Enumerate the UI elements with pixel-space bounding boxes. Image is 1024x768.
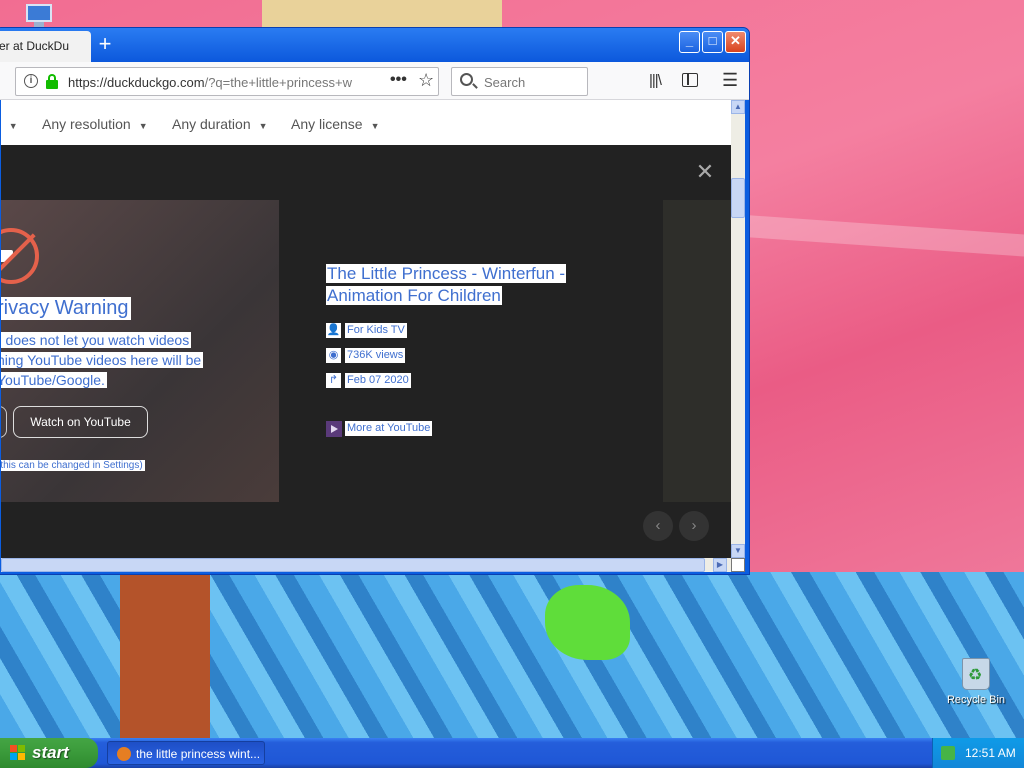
my-computer-icon[interactable] (22, 2, 56, 28)
chevron-left-icon[interactable]: ‹ (643, 511, 673, 541)
recycle-bin-label: Recycle Bin (946, 694, 1006, 706)
vertical-scrollbar[interactable]: ▲ ▼ (731, 100, 745, 558)
wallpaper-stripe (747, 215, 1024, 257)
watch-on-youtube-button[interactable]: Watch on YouTube (13, 406, 148, 438)
video-title-line: The Little Princess - Winterfun - (326, 264, 567, 283)
page-content: e▼ Any resolution▼ Any duration▼ Any lic… (1, 100, 731, 558)
search-placeholder: Search (484, 75, 526, 90)
title-bar[interactable]: er at DuckDu + _ □ ✕ (0, 28, 749, 62)
caret-down-icon: ▼ (8, 121, 18, 131)
privacy-blocked-icon (1, 228, 39, 284)
eye-icon: ◉ (326, 348, 341, 363)
recycle-bin-icon: ♻ (962, 658, 990, 690)
scroll-right-icon[interactable]: ▶ (713, 558, 727, 572)
close-button[interactable]: ✕ (725, 31, 746, 53)
network-icon[interactable] (941, 746, 955, 760)
privacy-text-line: ) does not let you watch videos (1, 332, 192, 348)
video-title-line: Animation For Children (326, 286, 502, 305)
search-input[interactable]: Search (451, 67, 588, 96)
filter-duration[interactable]: Any duration ▼ (172, 116, 268, 132)
minimize-button[interactable]: _ (679, 31, 700, 53)
start-label: start (32, 743, 69, 762)
hamburger-menu-icon[interactable]: ☰ (722, 70, 738, 91)
settings-note: (this can be changed in Settings) (1, 460, 145, 471)
horizontal-scroll-thumb[interactable] (1, 558, 705, 572)
recycle-bin-shortcut[interactable]: ♻ Recycle Bin (944, 658, 1008, 706)
share-arrow-icon: ↱ (326, 373, 341, 388)
video-overlay: ✕ rivacy Warning ) does not let you watc… (1, 145, 731, 558)
privacy-text-line: YouTube/Google. (1, 372, 107, 388)
scroll-up-icon[interactable]: ▲ (731, 100, 745, 114)
tab-title: er at DuckDu (0, 39, 70, 53)
caret-down-icon: ▼ (258, 121, 268, 131)
video-title[interactable]: The Little Princess - Winterfun - Animat… (326, 263, 591, 307)
caret-down-icon: ▼ (370, 121, 380, 131)
lock-icon[interactable] (46, 74, 58, 89)
wallpaper-green-shape (545, 585, 630, 660)
recycle-arrows-icon: ♻ (968, 667, 983, 684)
horizontal-scrollbar[interactable]: ▶ (1, 558, 731, 572)
filter-type[interactable]: e▼ (1, 116, 18, 132)
new-tab-button[interactable]: + (93, 30, 117, 58)
caret-down-icon: ▼ (138, 121, 148, 131)
view-count: 736K views (345, 348, 406, 363)
url-domain: https://duckduckgo.com (68, 75, 205, 90)
bookmark-star-icon[interactable]: ☆ (418, 70, 434, 91)
filter-license[interactable]: Any license ▼ (291, 116, 380, 132)
library-icon[interactable]: |||\ (649, 72, 662, 89)
clock[interactable]: 12:51 AM (965, 746, 1016, 760)
resize-corner[interactable] (731, 558, 745, 572)
url-bar[interactable]: i https://duckduckgo.com/?q=the+little+p… (15, 67, 439, 96)
wallpaper-frame (262, 0, 502, 30)
vertical-scroll-thumb[interactable] (731, 178, 745, 218)
video-preview: rivacy Warning ) does not let you watch … (1, 200, 279, 502)
browser-tab[interactable]: er at DuckDu (0, 31, 91, 62)
system-tray: 12:51 AM (932, 738, 1024, 768)
taskbar-item-label: the little princess wint... (136, 747, 261, 761)
firefox-icon (117, 747, 131, 761)
scroll-down-icon[interactable]: ▼ (731, 544, 745, 558)
close-overlay-icon[interactable]: ✕ (695, 161, 715, 183)
taskbar-item-browser[interactable]: the little princess wint... (107, 741, 265, 765)
page-actions-icon[interactable]: ••• (390, 71, 407, 89)
partial-button[interactable] (1, 406, 7, 438)
privacy-warning-title: rivacy Warning (1, 297, 131, 320)
wallpaper-bedpost (120, 572, 210, 738)
publish-date: Feb 07 2020 (345, 373, 411, 388)
user-icon: 👤 (326, 323, 341, 338)
navigation-toolbar: i https://duckduckgo.com/?q=the+little+p… (0, 62, 749, 100)
url-text[interactable]: https://duckduckgo.com/?q=the+little+pri… (68, 75, 378, 90)
youtube-play-icon (326, 421, 342, 437)
start-button[interactable]: start (0, 738, 98, 768)
windows-flag-icon (10, 745, 26, 761)
next-video-thumbnail[interactable] (663, 200, 731, 502)
channel-name: For Kids TV (345, 323, 407, 338)
more-at-youtube-link[interactable]: More at YouTube (345, 421, 433, 436)
info-icon[interactable]: i (24, 74, 38, 88)
chevron-right-icon[interactable]: › (679, 511, 709, 541)
filter-resolution[interactable]: Any resolution ▼ (42, 116, 148, 132)
search-icon (460, 73, 473, 86)
monitor-screen-shape (26, 4, 52, 22)
filter-bar: e▼ Any resolution▼ Any duration▼ Any lic… (1, 100, 731, 145)
taskbar: start the little princess wint... 12:51 … (0, 738, 1024, 768)
url-query: /?q=the+little+princess+w (204, 75, 353, 90)
browser-window: er at DuckDu + _ □ ✕ i https://duckduckg… (0, 27, 750, 575)
maximize-button[interactable]: □ (702, 31, 723, 53)
privacy-text-line: ning YouTube videos here will be (1, 352, 204, 368)
sidebar-icon[interactable] (682, 73, 698, 87)
